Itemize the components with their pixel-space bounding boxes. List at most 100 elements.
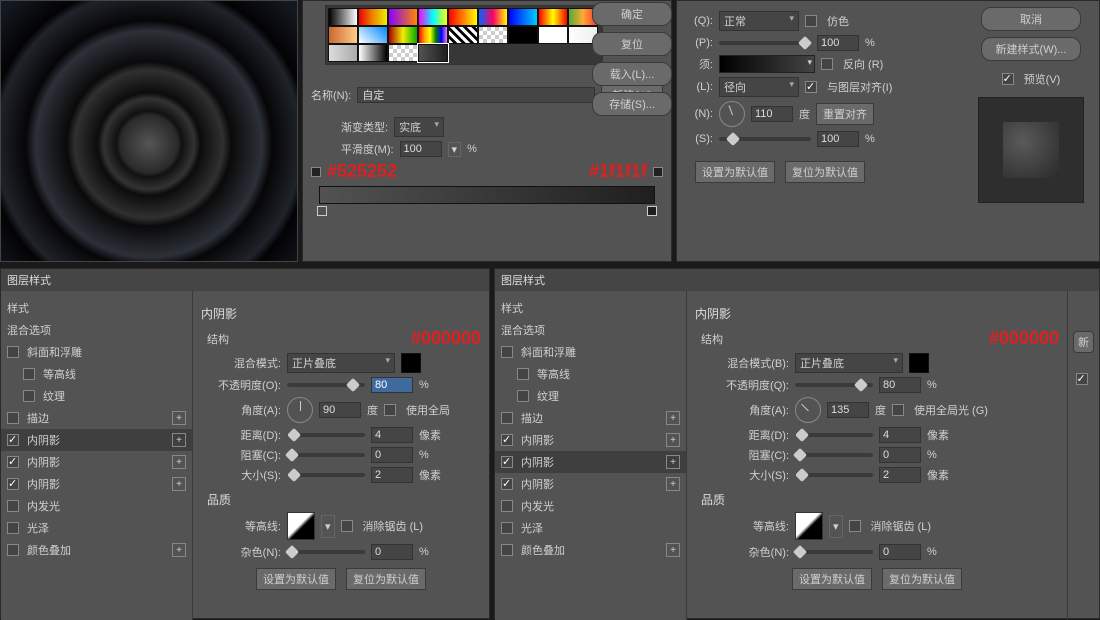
reset-default-button[interactable]: 复位为默认值 bbox=[346, 568, 426, 590]
styles-header[interactable]: 样式 bbox=[1, 297, 192, 319]
distance-input[interactable] bbox=[879, 427, 921, 443]
contour-item[interactable]: 等高线 bbox=[495, 363, 686, 385]
reverse-checkbox[interactable] bbox=[821, 58, 833, 70]
global-light-checkbox[interactable] bbox=[892, 404, 904, 416]
choke-input[interactable] bbox=[879, 447, 921, 463]
preview-checkbox[interactable] bbox=[1002, 73, 1014, 85]
add-effect-icon[interactable]: + bbox=[172, 455, 186, 469]
inner-shadow-item[interactable]: 内阴影+ bbox=[495, 429, 686, 451]
color-overlay-item[interactable]: 颜色叠加+ bbox=[495, 539, 686, 561]
color-stop-right-icon[interactable] bbox=[647, 206, 657, 216]
cancel-button[interactable]: 取消 bbox=[981, 7, 1081, 31]
smooth-dropdown-icon[interactable]: ▾ bbox=[448, 142, 462, 157]
styles-header[interactable]: 样式 bbox=[495, 297, 686, 319]
noise-slider[interactable] bbox=[795, 550, 873, 554]
opacity-slider[interactable] bbox=[795, 383, 873, 387]
blending-options[interactable]: 混合选项 bbox=[495, 319, 686, 341]
add-effect-icon[interactable]: + bbox=[666, 433, 680, 447]
gradient-swatch[interactable] bbox=[328, 26, 358, 44]
gradient-preview[interactable]: ▾ bbox=[719, 55, 815, 73]
gradient-swatch[interactable] bbox=[388, 26, 418, 44]
contour-item[interactable]: 等高线 bbox=[1, 363, 192, 385]
noise-input[interactable] bbox=[879, 544, 921, 560]
antialias-checkbox[interactable] bbox=[849, 520, 861, 532]
global-light-checkbox[interactable] bbox=[384, 404, 396, 416]
size-slider[interactable] bbox=[287, 473, 365, 477]
blend-mode-select[interactable]: 正常 bbox=[719, 11, 799, 31]
gradient-swatch[interactable] bbox=[328, 8, 358, 26]
inner-shadow-item-2[interactable]: 内阴影+ bbox=[1, 451, 192, 473]
gradient-swatch[interactable] bbox=[358, 26, 388, 44]
angle-input[interactable] bbox=[319, 402, 361, 418]
distance-slider[interactable] bbox=[287, 433, 365, 437]
color-swatch[interactable] bbox=[401, 353, 421, 373]
gradient-swatch[interactable] bbox=[538, 26, 568, 44]
gradient-swatch[interactable] bbox=[538, 8, 568, 26]
scale-input[interactable] bbox=[817, 131, 859, 147]
gradient-swatch[interactable] bbox=[388, 8, 418, 26]
satin-item[interactable]: 光泽 bbox=[495, 517, 686, 539]
align-checkbox[interactable] bbox=[805, 81, 817, 93]
inner-glow-item[interactable]: 内发光 bbox=[1, 495, 192, 517]
noise-input[interactable] bbox=[371, 544, 413, 560]
distance-slider[interactable] bbox=[795, 433, 873, 437]
gradient-type-select[interactable]: 实底 bbox=[394, 117, 444, 137]
save-button[interactable]: 存储(S)... bbox=[592, 92, 672, 116]
gradient-swatch[interactable] bbox=[388, 44, 418, 62]
ok-button[interactable]: 确定 bbox=[592, 2, 672, 26]
add-effect-icon[interactable]: + bbox=[172, 433, 186, 447]
bevel-emboss-item[interactable]: 斜面和浮雕 bbox=[495, 341, 686, 363]
add-effect-icon[interactable]: + bbox=[172, 543, 186, 557]
color-swatch[interactable] bbox=[909, 353, 929, 373]
distance-input[interactable] bbox=[371, 427, 413, 443]
gradient-bar[interactable] bbox=[319, 186, 655, 204]
contour-dropdown-icon[interactable]: ▾ bbox=[321, 515, 335, 538]
opacity-input[interactable] bbox=[371, 377, 413, 393]
smoothness-input[interactable] bbox=[400, 141, 442, 157]
preview-checkbox-mini[interactable] bbox=[1076, 373, 1088, 385]
name-input[interactable] bbox=[357, 87, 595, 103]
opacity-stop-left-icon[interactable] bbox=[311, 167, 321, 177]
opacity-slider[interactable] bbox=[719, 41, 811, 45]
blend-mode-select[interactable]: 正片叠底 bbox=[795, 353, 903, 373]
inner-shadow-item[interactable]: 内阴影+ bbox=[1, 429, 192, 451]
angle-dial[interactable] bbox=[795, 397, 821, 423]
angle-input[interactable] bbox=[827, 402, 869, 418]
set-default-button[interactable]: 设置为默认值 bbox=[256, 568, 336, 590]
gradient-swatch[interactable] bbox=[418, 8, 448, 26]
choke-slider[interactable] bbox=[795, 453, 873, 457]
bevel-emboss-item[interactable]: 斜面和浮雕 bbox=[1, 341, 192, 363]
reset-align-button[interactable]: 重置对齐 bbox=[816, 103, 874, 125]
gradient-swatch[interactable] bbox=[358, 8, 388, 26]
set-default-button[interactable]: 设置为默认值 bbox=[792, 568, 872, 590]
new-style-button[interactable]: 新建样式(W)... bbox=[981, 37, 1081, 61]
set-default-button[interactable]: 设置为默认值 bbox=[695, 161, 775, 183]
choke-input[interactable] bbox=[371, 447, 413, 463]
inner-shadow-item-3[interactable]: 内阴影+ bbox=[495, 473, 686, 495]
dither-checkbox[interactable] bbox=[805, 15, 817, 27]
add-effect-icon[interactable]: + bbox=[666, 455, 680, 469]
texture-item[interactable]: 纹理 bbox=[1, 385, 192, 407]
opacity-stop-right-icon[interactable] bbox=[653, 167, 663, 177]
contour-picker[interactable] bbox=[287, 512, 315, 540]
noise-slider[interactable] bbox=[287, 550, 365, 554]
gradient-swatch[interactable] bbox=[418, 26, 448, 44]
add-effect-icon[interactable]: + bbox=[666, 543, 680, 557]
inner-shadow-item-3[interactable]: 内阴影+ bbox=[1, 473, 192, 495]
size-slider[interactable] bbox=[795, 473, 873, 477]
add-effect-icon[interactable]: + bbox=[172, 411, 186, 425]
size-input[interactable] bbox=[371, 467, 413, 483]
stroke-item[interactable]: 描边+ bbox=[495, 407, 686, 429]
angle-dial[interactable] bbox=[719, 101, 745, 127]
gradient-swatch[interactable] bbox=[478, 26, 508, 44]
angle-dial[interactable] bbox=[287, 397, 313, 423]
reset-default-button[interactable]: 复位为默认值 bbox=[882, 568, 962, 590]
gradient-swatch[interactable] bbox=[328, 44, 358, 62]
choke-slider[interactable] bbox=[287, 453, 365, 457]
gradient-swatch[interactable] bbox=[448, 26, 478, 44]
inner-shadow-item-2[interactable]: 内阴影+ bbox=[495, 451, 686, 473]
reset-button[interactable]: 复位 bbox=[592, 32, 672, 56]
opacity-input[interactable] bbox=[817, 35, 859, 51]
blend-mode-select[interactable]: 正片叠底 bbox=[287, 353, 395, 373]
gradient-swatch[interactable] bbox=[448, 8, 478, 26]
